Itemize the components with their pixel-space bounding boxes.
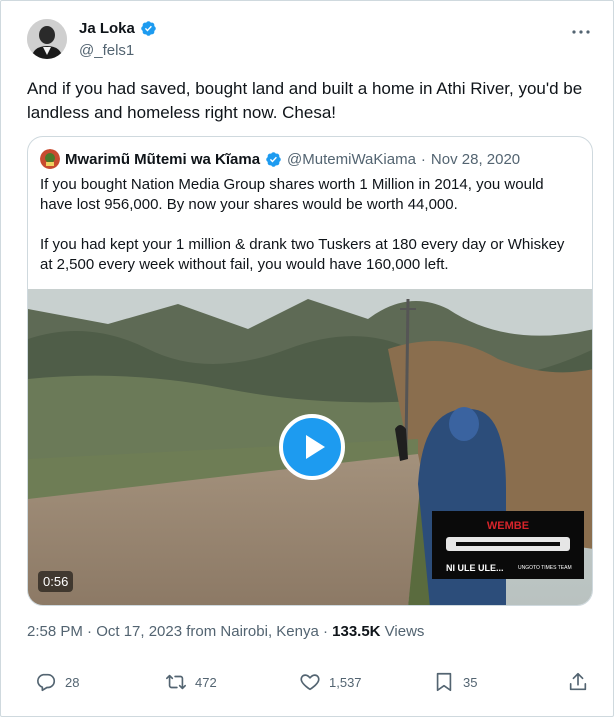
author-name[interactable]: Ja Loka — [79, 20, 135, 37]
like-count: 1,537 — [329, 674, 362, 690]
tweet-card: Ja Loka @_fels1 And if you had saved, bo… — [0, 0, 614, 717]
quote-paragraph: If you had kept your 1 million & drank t… — [40, 236, 565, 273]
bookmark-count: 35 — [463, 674, 478, 690]
reply-button[interactable]: 28 — [35, 671, 79, 693]
retweet-count: 472 — [195, 674, 217, 690]
bookmark-icon — [436, 672, 452, 692]
video-player[interactable]: WEMBE NI ULE ULE... UNGOTO TIMES TEAM 0:… — [28, 289, 592, 605]
play-button[interactable] — [279, 414, 345, 480]
verified-badge-icon — [266, 151, 281, 167]
share-button[interactable] — [567, 671, 589, 693]
quote-header: Mwarimũ Mũtemi wa Kĩama @MutemiWaKiama ·… — [40, 149, 520, 169]
author-handle[interactable]: @_fels1 — [79, 42, 134, 59]
watermark-title: WEMBE — [487, 520, 529, 532]
share-icon — [569, 672, 587, 691]
views-label: Views — [380, 623, 425, 640]
quote-separator: · — [420, 150, 426, 168]
bookmark-button[interactable]: 35 — [433, 671, 477, 693]
more-icon[interactable] — [571, 25, 591, 39]
quote-author-name[interactable]: Mwarimũ Mũtemi wa Kĩama — [65, 151, 260, 168]
views-count: 133.5K — [332, 623, 381, 640]
watermark-credit: UNGOTO TIMES TEAM — [518, 565, 572, 571]
reply-count: 28 — [65, 674, 80, 690]
quote-date[interactable]: Nov 28, 2020 — [431, 151, 520, 168]
quote-text: If you bought Nation Media Group shares … — [40, 175, 580, 275]
tweet-text: And if you had saved, bought land and bu… — [27, 79, 583, 122]
tweet-timestamp: 2:58 PM · Oct 17, 2023 from Nairobi, Ken… — [27, 623, 424, 640]
author-name-row[interactable]: Ja Loka — [79, 20, 157, 37]
play-icon — [306, 435, 325, 459]
quote-avatar[interactable] — [40, 149, 60, 169]
action-bar: 28 472 1,537 35 — [1, 661, 614, 705]
reply-icon — [37, 673, 56, 692]
video-duration: 0:56 — [38, 571, 74, 592]
watermark-caption: NI ULE ULE... — [446, 563, 504, 573]
like-icon — [300, 674, 320, 691]
author-avatar[interactable] — [27, 19, 67, 59]
like-button[interactable]: 1,537 — [299, 671, 362, 693]
retweet-icon — [166, 674, 186, 690]
quote-author-handle[interactable]: @MutemiWaKiama — [287, 151, 416, 168]
quoted-tweet[interactable]: Mwarimũ Mũtemi wa Kĩama @MutemiWaKiama ·… — [27, 136, 593, 606]
retweet-button[interactable]: 472 — [165, 671, 217, 693]
timestamp-date[interactable]: 2:58 PM · Oct 17, 2023 from Nairobi, Ken… — [27, 623, 332, 640]
verified-badge-icon — [141, 21, 156, 36]
quote-paragraph: If you bought Nation Media Group shares … — [40, 176, 544, 213]
